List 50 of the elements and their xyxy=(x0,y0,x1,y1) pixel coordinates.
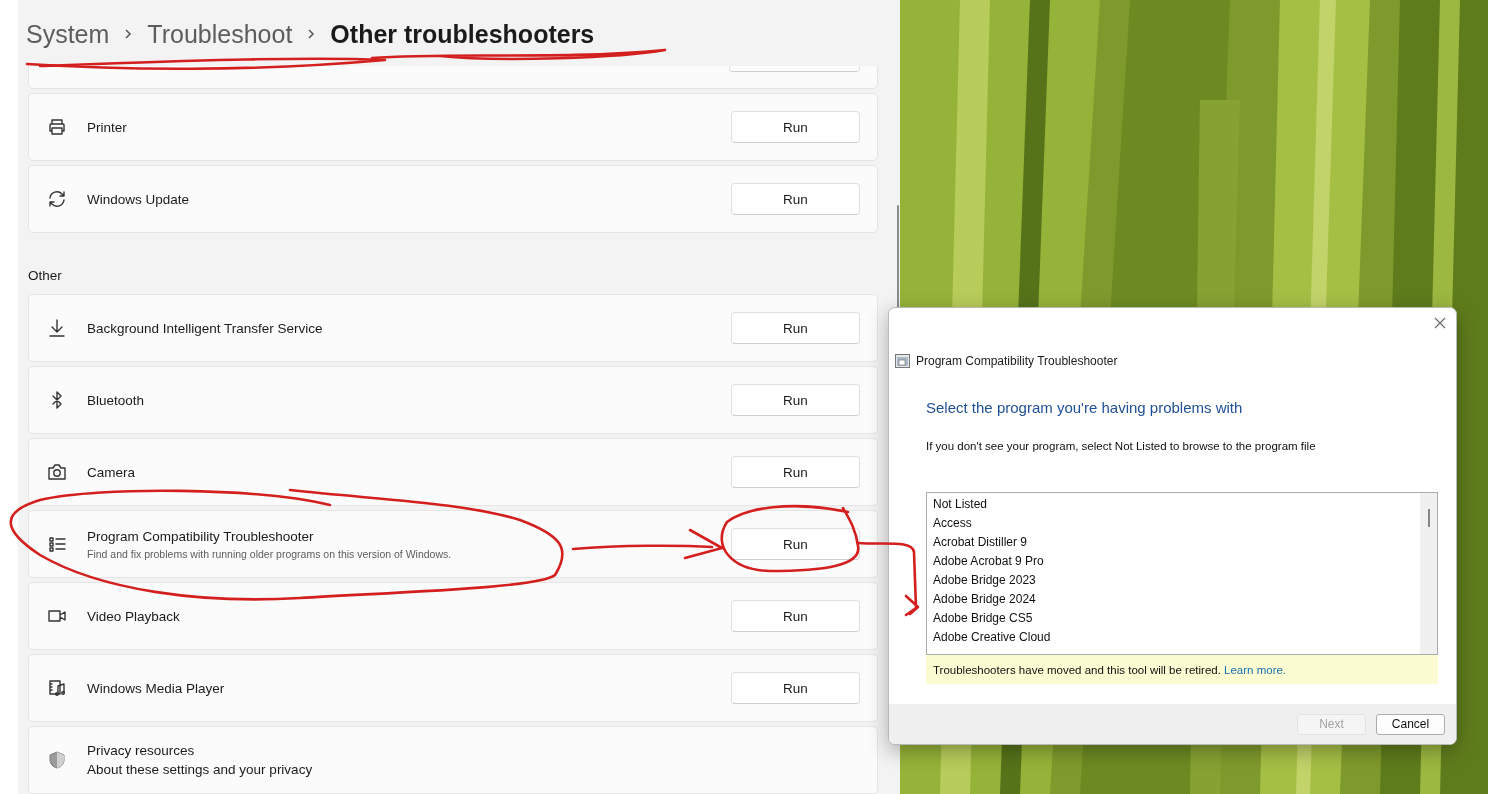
breadcrumb-item: Other troubleshooters xyxy=(330,19,595,49)
notice-text: Troubleshooters have moved and this tool will be retired. Learn more. xyxy=(933,663,1287,676)
row-title: Video Playback xyxy=(87,608,181,624)
breadcrumb-item[interactable]: Troubleshoot xyxy=(147,19,293,49)
close-icon[interactable] xyxy=(1434,317,1446,329)
row-title: Camera xyxy=(87,464,136,480)
row-title: Bluetooth xyxy=(87,392,146,408)
program-item[interactable]: Adobe Bridge 2024 xyxy=(927,590,1420,609)
row-description: Find and fix problems with running older programs on this version of Windows. xyxy=(87,547,453,560)
run-button[interactable]: Run xyxy=(731,111,860,143)
run-button[interactable]: Run xyxy=(731,456,860,488)
program-item[interactable]: Adobe Bridge CS5 xyxy=(927,609,1420,628)
run-button[interactable]: Run xyxy=(731,528,860,560)
scrollbar[interactable] xyxy=(1420,493,1437,654)
row-title: Privacy resources xyxy=(87,743,196,758)
cancel-button[interactable]: Cancel xyxy=(1376,713,1445,735)
printer-icon xyxy=(47,117,67,137)
program-item[interactable]: Not Listed xyxy=(927,495,1420,514)
program-item[interactable]: Access xyxy=(927,514,1420,533)
program-item[interactable]: Acrobat Distiller 9 xyxy=(927,533,1420,552)
program-item[interactable]: Adobe Acrobat 9 Pro xyxy=(927,552,1420,571)
section-heading: Other xyxy=(28,268,62,283)
row-title: Windows Update xyxy=(87,191,191,207)
program-item[interactable]: Adobe Creative Cloud xyxy=(927,628,1420,647)
dialog-heading: Select the program you're having problems with xyxy=(926,399,1244,416)
chevron-icon xyxy=(306,28,317,40)
privacy-link[interactable]: About these settings and your privacy xyxy=(87,762,860,777)
run-button[interactable]: Run xyxy=(731,183,860,215)
download-icon xyxy=(47,318,67,338)
run-button[interactable]: Run xyxy=(731,312,860,344)
shield-icon xyxy=(47,750,67,770)
run-button[interactable]: Run xyxy=(731,672,860,704)
run-button[interactable]: Run xyxy=(731,600,860,632)
chevron-icon xyxy=(123,28,134,40)
refresh-icon xyxy=(47,189,67,209)
program-item[interactable]: Adobe Bridge 2023 xyxy=(927,571,1420,590)
row-title: Printer xyxy=(87,119,128,135)
program-list[interactable]: Not Listed Access Acrobat Distiller 9 Adobe Acrobat 9 Pro Adobe Bridge 2023 Adobe Bridge 2024 Adobe Bridge CS5 Adobe Creative Cloud xyxy=(926,492,1438,655)
camera-icon xyxy=(47,462,67,482)
row-title: Program Compatibility Troubleshooter xyxy=(87,528,315,544)
row-title: Background Intelligent Transfer Service xyxy=(87,320,324,336)
film-music-icon xyxy=(47,678,67,698)
instruction-text: If you don't see your program, select Not Listed to browse to the program file xyxy=(926,440,1317,452)
breadcrumb-item[interactable]: System xyxy=(26,19,110,49)
list-icon xyxy=(47,534,67,554)
dialog-title: Program Compatibility Troubleshooter xyxy=(916,354,1118,368)
row-title: Windows Media Player xyxy=(87,680,226,696)
learn-more-link[interactable]: Learn more. xyxy=(1224,663,1287,676)
app-window-icon xyxy=(895,354,910,368)
run-button[interactable]: Run xyxy=(731,384,860,416)
